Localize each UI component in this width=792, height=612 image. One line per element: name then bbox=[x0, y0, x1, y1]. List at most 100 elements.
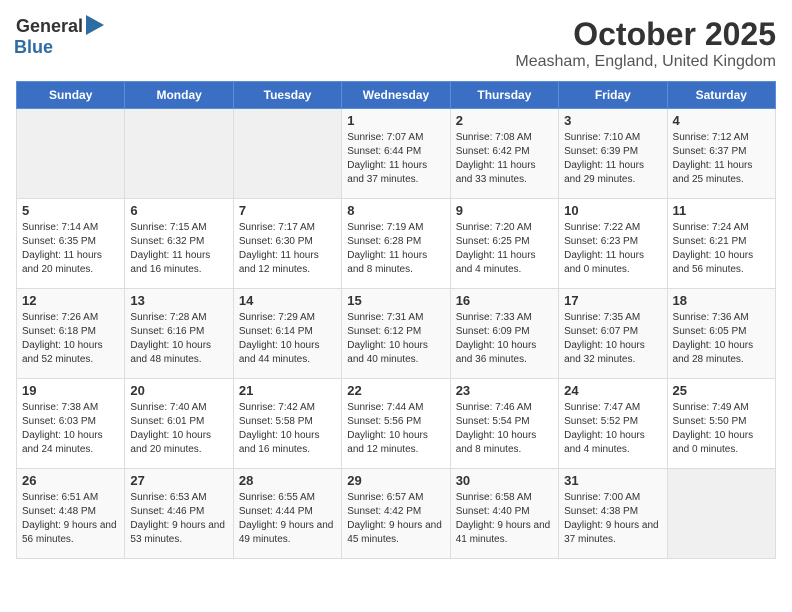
cell-content: Sunrise: 7:31 AMSunset: 6:12 PMDaylight:… bbox=[347, 311, 444, 367]
calendar-cell: 1Sunrise: 7:07 AMSunset: 6:44 PMDaylight… bbox=[342, 109, 450, 199]
day-number: 17 bbox=[564, 293, 661, 308]
calendar-cell: 18Sunrise: 7:36 AMSunset: 6:05 PMDayligh… bbox=[667, 289, 775, 379]
day-number: 25 bbox=[673, 383, 770, 398]
calendar-week-row: 12 Sunrise: 7:26 AMSunset: 6:18 PMDayligh… bbox=[17, 289, 776, 379]
day-number: 23 bbox=[456, 383, 553, 398]
day-header: Sunday bbox=[17, 82, 125, 109]
day-number: 3 bbox=[564, 113, 661, 128]
day-number: 4 bbox=[673, 113, 770, 128]
day-header: Wednesday bbox=[342, 82, 450, 109]
logo-general-text: General bbox=[16, 16, 83, 37]
day-number: 30 bbox=[456, 473, 553, 488]
subtitle: Measham, England, United Kingdom bbox=[515, 53, 776, 71]
day-number: 20 bbox=[130, 383, 227, 398]
day-number: 27 bbox=[130, 473, 227, 488]
day-header: Thursday bbox=[450, 82, 558, 109]
day-number: 5 bbox=[22, 203, 119, 218]
day-number: 24 bbox=[564, 383, 661, 398]
cell-content: Sunrise: 7:46 AMSunset: 5:54 PMDaylight:… bbox=[456, 401, 553, 457]
calendar-body: 1Sunrise: 7:07 AMSunset: 6:44 PMDaylight… bbox=[17, 109, 776, 559]
cell-content: Sunrise: 7:17 AMSunset: 6:30 PMDaylight:… bbox=[239, 221, 336, 277]
calendar-cell: 14 Sunrise: 7:29 AMSunset: 6:14 PMDayligh… bbox=[233, 289, 341, 379]
day-number: 13 bbox=[130, 293, 227, 308]
cell-content: Sunrise: 7:19 AMSunset: 6:28 PMDaylight:… bbox=[347, 221, 444, 277]
cell-content: Sunrise: 7:40 AMSunset: 6:01 PMDaylight:… bbox=[130, 401, 227, 457]
calendar-cell: 11 Sunrise: 7:24 AMSunset: 6:21 PMDayligh… bbox=[667, 199, 775, 289]
day-number: 10 bbox=[564, 203, 661, 218]
calendar-cell: 30Sunrise: 6:58 AMSunset: 4:40 PMDayligh… bbox=[450, 469, 558, 559]
cell-content: Sunrise: 7:00 AMSunset: 4:38 PMDaylight:… bbox=[564, 491, 661, 547]
cell-content: Sunrise: 7:42 AMSunset: 5:58 PMDaylight:… bbox=[239, 401, 336, 457]
cell-content: Sunrise: 7:35 AMSunset: 6:07 PMDaylight:… bbox=[564, 311, 661, 367]
calendar-header: SundayMondayTuesdayWednesdayThursdayFrid… bbox=[17, 82, 776, 109]
calendar-cell: 26 Sunrise: 6:51 AMSunset: 4:48 PMDayligh… bbox=[17, 469, 125, 559]
calendar-cell: 7 Sunrise: 7:17 AMSunset: 6:30 PMDaylight… bbox=[233, 199, 341, 289]
calendar-cell: 15 Sunrise: 7:31 AMSunset: 6:12 PMDayligh… bbox=[342, 289, 450, 379]
day-number: 16 bbox=[456, 293, 553, 308]
cell-content: Sunrise: 6:53 AMSunset: 4:46 PMDaylight:… bbox=[130, 491, 227, 547]
calendar-cell: 25 Sunrise: 7:49 AMSunset: 5:50 PMDayligh… bbox=[667, 379, 775, 469]
calendar-cell: 17 Sunrise: 7:35 AMSunset: 6:07 PMDayligh… bbox=[559, 289, 667, 379]
calendar-cell: 4 Sunrise: 7:12 AMSunset: 6:37 PMDaylight… bbox=[667, 109, 775, 199]
cell-content: Sunrise: 7:26 AMSunset: 6:18 PMDaylight:… bbox=[22, 311, 119, 367]
cell-content: Sunrise: 6:57 AMSunset: 4:42 PMDaylight:… bbox=[347, 491, 444, 547]
header: General Blue October 2025 Measham, Engla… bbox=[16, 16, 776, 71]
logo: General Blue bbox=[16, 16, 104, 58]
cell-content: Sunrise: 7:08 AMSunset: 6:42 PMDaylight:… bbox=[456, 131, 553, 187]
day-number: 26 bbox=[22, 473, 119, 488]
calendar-cell bbox=[233, 109, 341, 199]
cell-content: Sunrise: 7:24 AMSunset: 6:21 PMDaylight:… bbox=[673, 221, 770, 277]
cell-content: Sunrise: 6:55 AMSunset: 4:44 PMDaylight:… bbox=[239, 491, 336, 547]
cell-content: Sunrise: 7:49 AMSunset: 5:50 PMDaylight:… bbox=[673, 401, 770, 457]
cell-content: Sunrise: 7:22 AMSunset: 6:23 PMDaylight:… bbox=[564, 221, 661, 277]
calendar-cell bbox=[667, 469, 775, 559]
day-number: 11 bbox=[673, 203, 770, 218]
calendar-cell: 22Sunrise: 7:44 AMSunset: 5:56 PMDayligh… bbox=[342, 379, 450, 469]
calendar-cell: 16 Sunrise: 7:33 AMSunset: 6:09 PMDayligh… bbox=[450, 289, 558, 379]
calendar-cell: 2 Sunrise: 7:08 AMSunset: 6:42 PMDaylight… bbox=[450, 109, 558, 199]
cell-content: Sunrise: 7:28 AMSunset: 6:16 PMDaylight:… bbox=[130, 311, 227, 367]
calendar-week-row: 26 Sunrise: 6:51 AMSunset: 4:48 PMDayligh… bbox=[17, 469, 776, 559]
calendar-cell: 21Sunrise: 7:42 AMSunset: 5:58 PMDayligh… bbox=[233, 379, 341, 469]
logo-blue-text: Blue bbox=[14, 37, 53, 58]
day-header: Saturday bbox=[667, 82, 775, 109]
calendar-cell: 3 Sunrise: 7:10 AMSunset: 6:39 PMDaylight… bbox=[559, 109, 667, 199]
day-number: 12 bbox=[22, 293, 119, 308]
calendar-cell: 28Sunrise: 6:55 AMSunset: 4:44 PMDayligh… bbox=[233, 469, 341, 559]
day-number: 31 bbox=[564, 473, 661, 488]
day-number: 15 bbox=[347, 293, 444, 308]
cell-content: Sunrise: 7:15 AMSunset: 6:32 PMDaylight:… bbox=[130, 221, 227, 277]
calendar-table: SundayMondayTuesdayWednesdayThursdayFrid… bbox=[16, 81, 776, 559]
day-number: 14 bbox=[239, 293, 336, 308]
cell-content: Sunrise: 7:29 AMSunset: 6:14 PMDaylight:… bbox=[239, 311, 336, 367]
calendar-cell: 10 Sunrise: 7:22 AMSunset: 6:23 PMDayligh… bbox=[559, 199, 667, 289]
cell-content: Sunrise: 7:38 AMSunset: 6:03 PMDaylight:… bbox=[22, 401, 119, 457]
cell-content: Sunrise: 7:10 AMSunset: 6:39 PMDaylight:… bbox=[564, 131, 661, 187]
day-number: 6 bbox=[130, 203, 227, 218]
calendar-cell: 8Sunrise: 7:19 AMSunset: 6:28 PMDaylight… bbox=[342, 199, 450, 289]
calendar-cell: 13 Sunrise: 7:28 AMSunset: 6:16 PMDayligh… bbox=[125, 289, 233, 379]
calendar-cell: 9Sunrise: 7:20 AMSunset: 6:25 PMDaylight… bbox=[450, 199, 558, 289]
calendar-week-row: 19Sunrise: 7:38 AMSunset: 6:03 PMDayligh… bbox=[17, 379, 776, 469]
calendar-cell: 27 Sunrise: 6:53 AMSunset: 4:46 PMDayligh… bbox=[125, 469, 233, 559]
calendar-week-row: 1Sunrise: 7:07 AMSunset: 6:44 PMDaylight… bbox=[17, 109, 776, 199]
calendar-cell: 12 Sunrise: 7:26 AMSunset: 6:18 PMDayligh… bbox=[17, 289, 125, 379]
cell-content: Sunrise: 7:44 AMSunset: 5:56 PMDaylight:… bbox=[347, 401, 444, 457]
day-header: Monday bbox=[125, 82, 233, 109]
day-number: 1 bbox=[347, 113, 444, 128]
title-area: October 2025 Measham, England, United Ki… bbox=[515, 16, 776, 71]
calendar-cell: 23 Sunrise: 7:46 AMSunset: 5:54 PMDayligh… bbox=[450, 379, 558, 469]
cell-content: Sunrise: 7:33 AMSunset: 6:09 PMDaylight:… bbox=[456, 311, 553, 367]
day-number: 9 bbox=[456, 203, 553, 218]
calendar-cell: 20 Sunrise: 7:40 AMSunset: 6:01 PMDayligh… bbox=[125, 379, 233, 469]
calendar-cell: 29Sunrise: 6:57 AMSunset: 4:42 PMDayligh… bbox=[342, 469, 450, 559]
calendar-cell bbox=[125, 109, 233, 199]
day-number: 7 bbox=[239, 203, 336, 218]
cell-content: Sunrise: 7:12 AMSunset: 6:37 PMDaylight:… bbox=[673, 131, 770, 187]
calendar-cell: 31 Sunrise: 7:00 AMSunset: 4:38 PMDayligh… bbox=[559, 469, 667, 559]
calendar-week-row: 5 Sunrise: 7:14 AMSunset: 6:35 PMDaylight… bbox=[17, 199, 776, 289]
cell-content: Sunrise: 6:51 AMSunset: 4:48 PMDaylight:… bbox=[22, 491, 119, 547]
calendar-cell: 5 Sunrise: 7:14 AMSunset: 6:35 PMDaylight… bbox=[17, 199, 125, 289]
day-number: 2 bbox=[456, 113, 553, 128]
cell-content: Sunrise: 7:14 AMSunset: 6:35 PMDaylight:… bbox=[22, 221, 119, 277]
